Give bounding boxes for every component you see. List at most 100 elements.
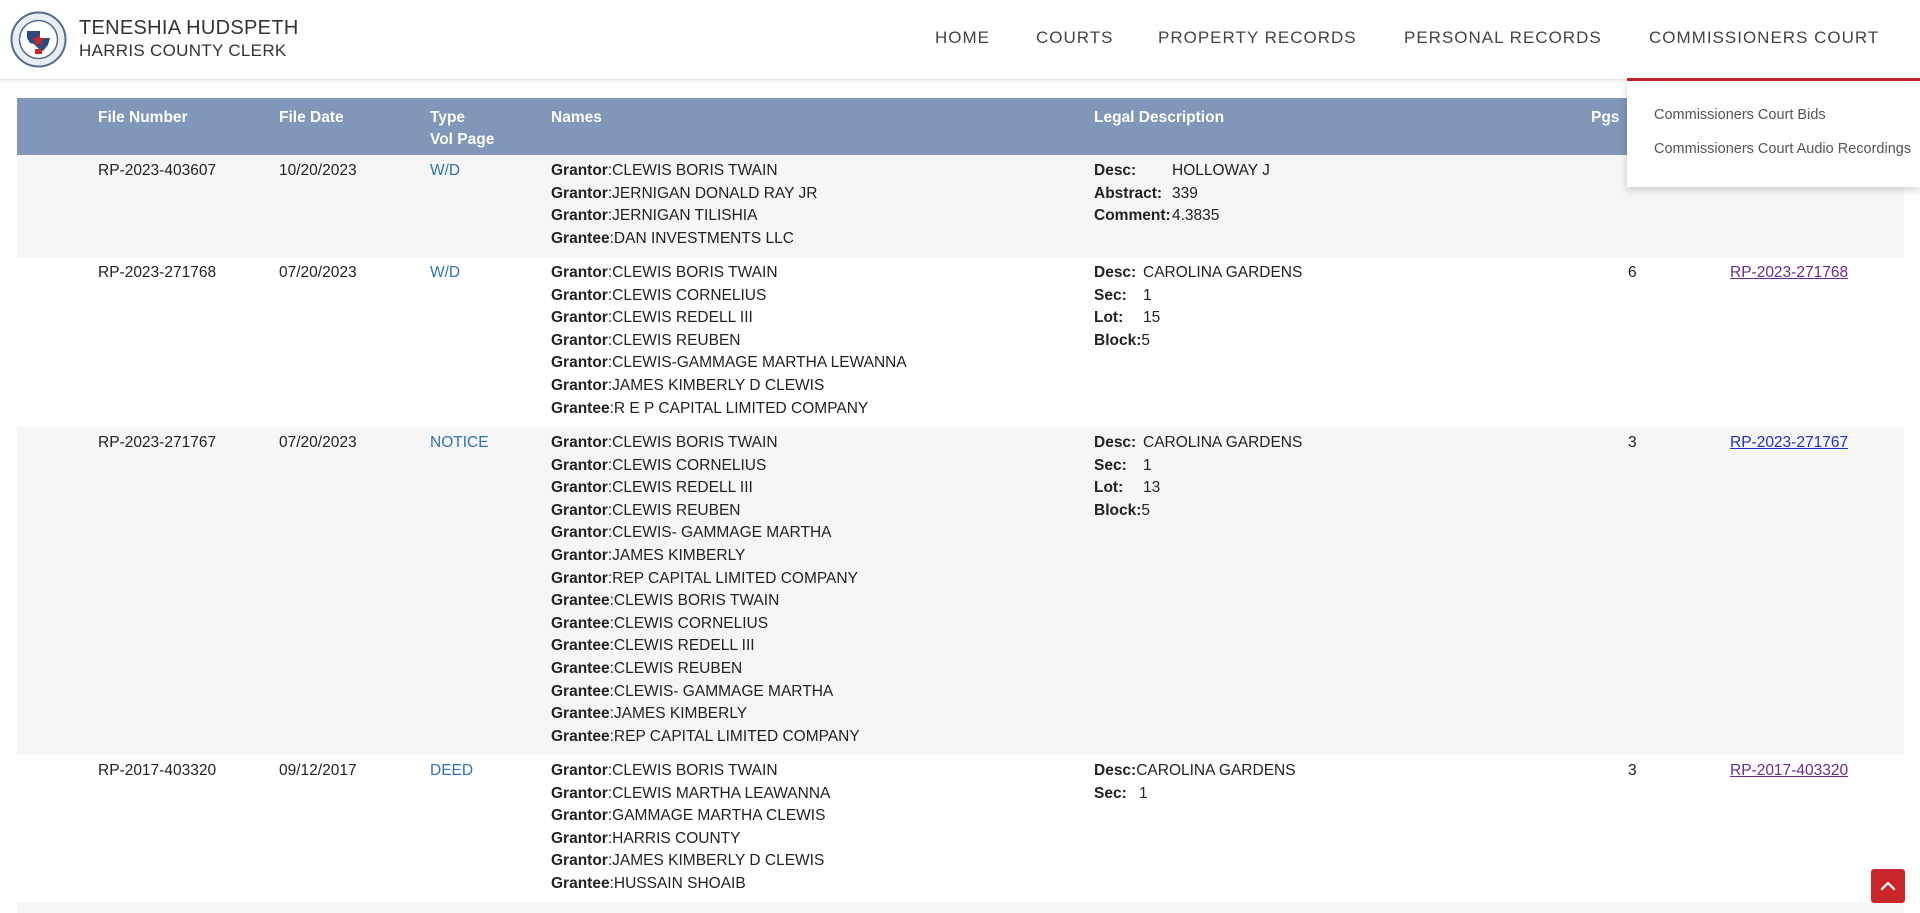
legal-value: 13 bbox=[1143, 479, 1161, 497]
party-name: JAMES KIMBERLY bbox=[612, 546, 746, 564]
name-entry: Grantee:CLEWIS- GAMMAGE MARTHA bbox=[551, 682, 834, 700]
party-name: CLEWIS CORNELIUS bbox=[612, 286, 767, 304]
file-date: 09/12/2017 bbox=[279, 762, 357, 779]
legal-description: Desc:CAROLINA GARDENS Sec: 1 bbox=[1094, 760, 1296, 805]
name-role: Grantor bbox=[551, 184, 608, 202]
file-date: 07/20/2023 bbox=[279, 264, 357, 281]
file-number: RP-2023-271768 bbox=[98, 264, 217, 281]
party-name: CLEWIS BORIS TWAIN bbox=[612, 434, 778, 451]
party-name: CLEWIS CORNELIUS bbox=[613, 614, 769, 632]
party-name: CLEWIS MARTHA LEAWANNA bbox=[612, 784, 831, 802]
harris-county-clerk-seal-icon[interactable] bbox=[10, 11, 67, 68]
name-entry: Grantor:JERNIGAN DONALD RAY JR bbox=[551, 184, 818, 202]
name-entry: Grantee:REP CAPITAL LIMITED COMPANY bbox=[551, 727, 860, 745]
column-header-vol-page: Vol Page bbox=[430, 131, 495, 148]
name-entry: Grantor:JAMES KIMBERLY D CLEWIS bbox=[551, 852, 825, 870]
legal-label: Desc: bbox=[1094, 434, 1137, 451]
column-header-type-label: Type bbox=[430, 109, 466, 126]
legal-value: 1 bbox=[1143, 286, 1152, 304]
legal-label: Lot: bbox=[1094, 309, 1124, 327]
name-role: Grantee bbox=[551, 592, 610, 610]
legal-entry: Block:5 bbox=[1094, 500, 1302, 523]
document-image-link[interactable]: RP-2023-271768 bbox=[1730, 262, 1848, 285]
name-entry: Grantee:CLEWIS REUBEN bbox=[551, 659, 743, 677]
legal-label: Comment: bbox=[1094, 207, 1171, 225]
legal-value: 5 bbox=[1141, 501, 1150, 519]
name-role: Grantor bbox=[551, 309, 608, 327]
name-role: Grantor bbox=[551, 286, 608, 304]
document-image-link[interactable]: RP-2023-271767 bbox=[1730, 432, 1848, 455]
document-type[interactable]: DEED bbox=[430, 760, 473, 783]
name-role: Grantor bbox=[551, 264, 608, 281]
name-role: Grantor bbox=[551, 162, 608, 179]
names-list: Grantor:CLEWIS BORIS TWAIN Grantor:CLEWI… bbox=[551, 432, 860, 748]
nav-personal-records[interactable]: PERSONAL RECORDS bbox=[1404, 28, 1602, 48]
name-entry: Grantee:R E P CAPITAL LIMITED COMPANY bbox=[551, 399, 869, 417]
party-name: R E P CAPITAL LIMITED COMPANY bbox=[613, 399, 869, 417]
legal-value: CAROLINA GARDENS bbox=[1143, 434, 1303, 451]
scroll-to-top-button[interactable] bbox=[1871, 869, 1905, 903]
chevron-up-icon bbox=[1880, 881, 1896, 891]
file-number: RP-2023-403607 bbox=[98, 162, 217, 179]
legal-entry: Desc: CAROLINA GARDENS bbox=[1094, 432, 1302, 455]
name-entry: Grantor:CLEWIS BORIS TWAIN bbox=[551, 434, 778, 451]
legal-value: CAROLINA GARDENS bbox=[1143, 264, 1303, 281]
name-role: Grantee bbox=[551, 399, 610, 417]
column-header-type: Type Vol Page bbox=[430, 107, 494, 151]
nav-commissioners-court[interactable]: COMMISSIONERS COURT bbox=[1649, 28, 1879, 48]
party-name: REP CAPITAL LIMITED COMPANY bbox=[613, 727, 860, 745]
name-entry: Grantor:CLEWIS BORIS TWAIN bbox=[551, 762, 778, 779]
party-name: CLEWIS REDELL III bbox=[613, 637, 755, 655]
document-image-link[interactable]: RP-2017-403320 bbox=[1730, 760, 1848, 783]
legal-entry: Lot: 13 bbox=[1094, 477, 1302, 500]
nav-home[interactable]: HOME bbox=[935, 28, 990, 48]
legal-entry: Desc: CAROLINA GARDENS bbox=[1094, 262, 1302, 285]
name-role: Grantee bbox=[551, 874, 610, 892]
name-role: Grantor bbox=[551, 546, 608, 564]
legal-entry: Desc:CAROLINA GARDENS bbox=[1094, 760, 1296, 783]
name-role: Grantor bbox=[551, 762, 608, 779]
document-type[interactable]: NOTICE bbox=[430, 432, 489, 455]
legal-entry: Sec: 1 bbox=[1094, 455, 1302, 478]
legal-label: Desc: bbox=[1094, 264, 1137, 281]
brand-name: TENESHIA HUDSPETH bbox=[79, 17, 299, 39]
nav-courts[interactable]: COURTS bbox=[1036, 28, 1113, 48]
dropdown-commissioners-court-audio[interactable]: Commissioners Court Audio Recordings bbox=[1654, 141, 1911, 157]
legal-value: 4.3835 bbox=[1172, 207, 1220, 225]
legal-entry: Lot: 15 bbox=[1094, 307, 1302, 330]
party-name: CLEWIS REUBEN bbox=[612, 501, 741, 519]
legal-label: Block: bbox=[1094, 331, 1142, 349]
name-role: Grantor bbox=[551, 479, 608, 497]
party-name: JERNIGAN DONALD RAY JR bbox=[612, 184, 818, 202]
name-entry: Grantor:CLEWIS- GAMMAGE MARTHA bbox=[551, 524, 832, 542]
legal-label: Sec: bbox=[1094, 784, 1127, 802]
party-name: JAMES KIMBERLY bbox=[613, 705, 748, 723]
name-entry: Grantor:CLEWIS REDELL III bbox=[551, 309, 753, 327]
party-name: CLEWIS CORNELIUS bbox=[612, 456, 767, 474]
column-header-pgs: Pgs bbox=[1591, 109, 1620, 126]
name-role: Grantor bbox=[551, 569, 608, 587]
document-type[interactable]: W/D bbox=[430, 262, 460, 285]
table-row: RP-2023-271767 07/20/2023 NOTICE Grantor… bbox=[17, 427, 1904, 755]
legal-label: Block: bbox=[1094, 501, 1142, 519]
legal-entry: Comment:4.3835 bbox=[1094, 205, 1270, 228]
legal-label: Sec: bbox=[1094, 456, 1127, 474]
document-type[interactable]: W/D bbox=[430, 160, 460, 183]
legal-value: HOLLOWAY J bbox=[1172, 162, 1270, 179]
legal-description: Desc: HOLLOWAY J Abstract: 339 Comment:4.3… bbox=[1094, 160, 1270, 228]
legal-entry: Sec: 1 bbox=[1094, 285, 1302, 308]
names-list: Grantor:CLEWIS BORIS TWAIN Grantor:CLEWI… bbox=[551, 760, 830, 896]
dropdown-commissioners-court-bids[interactable]: Commissioners Court Bids bbox=[1654, 107, 1826, 123]
name-role: Grantor bbox=[551, 376, 608, 394]
party-name: JAMES KIMBERLY D CLEWIS bbox=[612, 376, 825, 394]
table-row: RP-2017-403320 09/12/2017 DEED Grantor:C… bbox=[17, 755, 1904, 903]
legal-label: Desc: bbox=[1094, 162, 1137, 179]
nav-property-records[interactable]: PROPERTY RECORDS bbox=[1158, 28, 1357, 48]
legal-entry: Abstract: 339 bbox=[1094, 183, 1270, 206]
name-role: Grantee bbox=[551, 614, 610, 632]
name-entry: Grantor:CLEWIS REDELL III bbox=[551, 479, 753, 497]
legal-value: 1 bbox=[1143, 456, 1152, 474]
party-name: DAN INVESTMENTS LLC bbox=[613, 229, 794, 247]
column-header-legal-description: Legal Description bbox=[1094, 109, 1225, 126]
party-name: CLEWIS- GAMMAGE MARTHA bbox=[612, 524, 832, 542]
